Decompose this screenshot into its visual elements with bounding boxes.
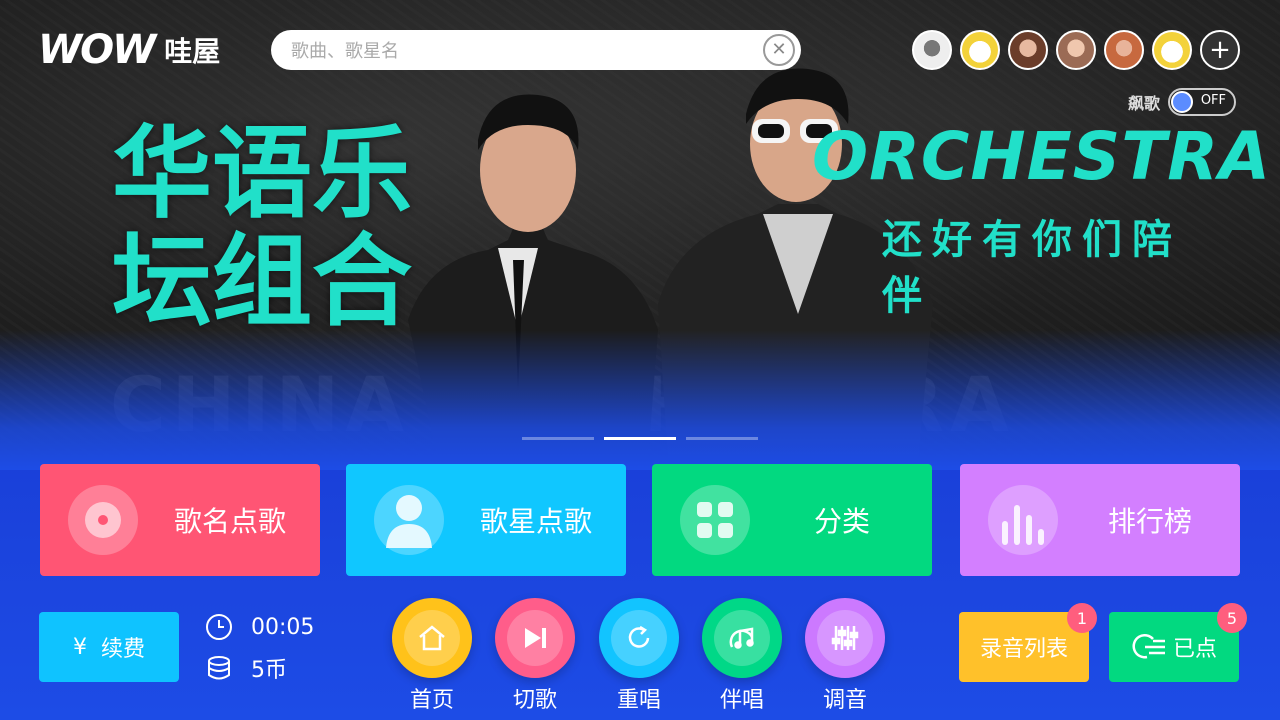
remaining-time: 00:05: [205, 613, 314, 641]
music-note-icon: [729, 627, 754, 649]
banner-ghost-text: CHINA ORCHESTRA: [110, 360, 1015, 449]
home-icon: [419, 625, 445, 651]
ranking-button[interactable]: 排行榜: [960, 464, 1240, 576]
coins-icon: [208, 656, 230, 680]
avatar[interactable]: [1056, 30, 1096, 70]
singer-search-button[interactable]: 歌星点歌: [346, 464, 626, 576]
avatar[interactable]: [1152, 30, 1192, 70]
card-label: 排行榜: [1107, 505, 1192, 538]
add-user-button[interactable]: +: [1200, 30, 1240, 70]
coin-value: 5币: [251, 658, 287, 683]
search-input[interactable]: 歌曲、歌星名 ✕: [271, 30, 801, 70]
home-label: 首页: [409, 688, 454, 713]
card-label: 歌星点歌: [479, 505, 592, 538]
recording-list-label: 录音列表: [979, 637, 1068, 662]
app-logo: WOW 哇屋: [38, 27, 258, 73]
toggle-state: OFF: [1200, 93, 1227, 108]
renew-button[interactable]: ¥ 续费: [39, 612, 179, 682]
recording-list-button[interactable]: 录音列表 1: [959, 603, 1097, 682]
disc-icon: [68, 485, 138, 555]
category-button[interactable]: 分类: [652, 464, 932, 576]
accompany-label: 伴唱: [719, 688, 764, 713]
playlist-icon: [1132, 634, 1165, 659]
coin-balance: 5币: [205, 652, 287, 684]
avatar[interactable]: [960, 30, 1000, 70]
piaoge-toggle-group: 飙歌 OFF: [1128, 88, 1237, 116]
skip-icon: [525, 628, 546, 648]
home-button[interactable]: 首页: [392, 598, 472, 714]
replay-label: 重唱: [616, 688, 661, 713]
carousel-dot-active[interactable]: [604, 437, 676, 440]
chart-bars-icon: [988, 485, 1058, 555]
song-name-search-button[interactable]: 歌名点歌: [40, 464, 320, 576]
piaoge-label: 飙歌: [1128, 94, 1161, 113]
clear-icon[interactable]: ✕: [763, 34, 795, 66]
picked-count-badge: 5: [1217, 603, 1247, 633]
skip-label: 切歌: [512, 688, 557, 713]
skip-song-button[interactable]: 切歌: [495, 598, 575, 714]
card-label: 分类: [813, 505, 870, 538]
tuning-label: 调音: [822, 688, 867, 713]
user-avatars: +: [912, 30, 1240, 70]
renew-label: 续费: [100, 637, 145, 662]
logo-wow-text: WOW: [38, 27, 156, 73]
avatar[interactable]: [912, 30, 952, 70]
banner-person-left: [408, 94, 658, 460]
carousel-indicator: [522, 437, 758, 440]
carousel-dot[interactable]: [522, 437, 594, 440]
card-label: 歌名点歌: [173, 505, 286, 538]
picked-songs-button[interactable]: 已点 5: [1109, 603, 1247, 682]
yuan-icon: ¥: [72, 634, 87, 660]
singer-icon: [374, 485, 444, 555]
time-value: 00:05: [251, 614, 315, 640]
accompany-button[interactable]: 伴唱: [702, 598, 782, 714]
piaoge-toggle[interactable]: OFF: [1168, 88, 1237, 116]
avatar[interactable]: [1104, 30, 1144, 70]
clock-icon: [206, 614, 232, 640]
toggle-knob: [1171, 91, 1194, 113]
banner-english-title: ORCHESTRA: [812, 118, 1272, 195]
tuning-button[interactable]: 调音: [805, 598, 885, 714]
avatar[interactable]: [1008, 30, 1048, 70]
grid-icon: [680, 485, 750, 555]
replay-button[interactable]: 重唱: [599, 598, 679, 714]
carousel-dot[interactable]: [686, 437, 758, 440]
logo-name: 哇屋: [164, 35, 221, 68]
search-placeholder: 歌曲、歌星名: [291, 41, 399, 62]
recording-count-badge: 1: [1067, 603, 1097, 633]
picked-label: 已点: [1172, 637, 1217, 662]
equalizer-icon: [831, 626, 859, 650]
banner-tagline: 还好有你们陪伴: [882, 217, 1182, 319]
replay-icon: [628, 625, 650, 648]
